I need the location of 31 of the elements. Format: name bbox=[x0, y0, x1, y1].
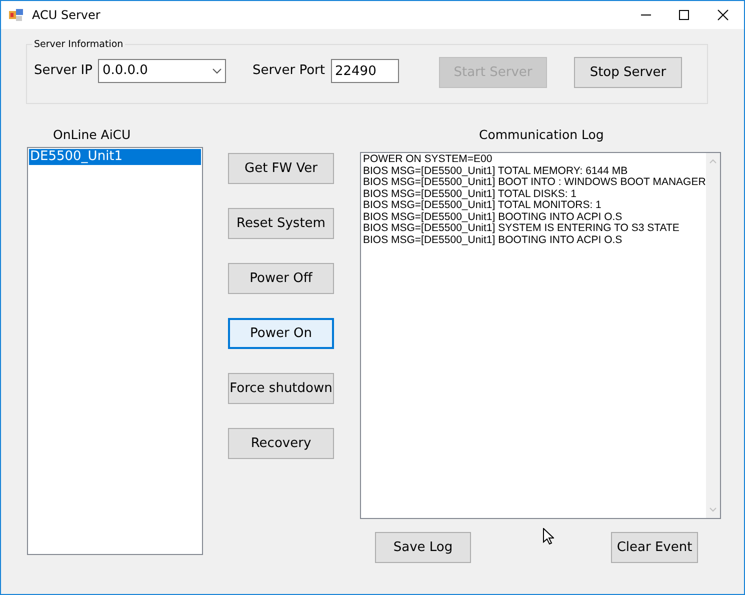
app-icon bbox=[9, 8, 23, 22]
cursor-icon bbox=[543, 528, 554, 545]
ip-dropdown[interactable]: 0.0.0.0 bbox=[98, 59, 226, 83]
log-line: POWER ON SYSTEM=E00 bbox=[363, 154, 492, 166]
list-title: OnLine AiCU bbox=[53, 126, 131, 144]
log-line: BIOS MSG=[DE5500_Unit1] SYSTEM IS ENTERING TO S3 STATE bbox=[363, 223, 680, 234]
action-button[interactable]: Power On bbox=[228, 318, 334, 349]
action-button[interactable]: Get FW Ver bbox=[228, 153, 334, 184]
chevron-icon bbox=[212, 68, 222, 74]
log-line: BIOS MSG=[DE5500_Unit1] TOTAL MONITORS: 1 bbox=[363, 200, 602, 212]
list-item[interactable]: DE5500_Unit1 bbox=[29, 149, 201, 165]
log-line: BIOS MSG=[DE5500_Unit1] TOTAL DISKS: 1 bbox=[363, 188, 576, 200]
action-button[interactable]: Reset System bbox=[228, 208, 334, 239]
field-label: Server IP bbox=[34, 62, 92, 80]
communication-log[interactable] bbox=[360, 152, 721, 519]
field-label: Server Port bbox=[252, 62, 325, 80]
action-button[interactable]: Power Off bbox=[228, 263, 334, 294]
action-button[interactable]: Recovery bbox=[228, 428, 334, 459]
log-line: BIOS MSG=[DE5500_Unit1] BOOT INTO : WINDOWS BOOT MANAGER bbox=[363, 177, 706, 188]
maximize-icon[interactable] bbox=[678, 9, 690, 21]
port-field[interactable]: 22490 bbox=[330, 59, 399, 83]
clear-event-button[interactable]: Clear Event bbox=[611, 532, 698, 563]
action-button[interactable]: Force shutdown bbox=[228, 373, 334, 404]
log-line: BIOS MSG=[DE5500_Unit1] TOTAL MEMORY: 6144 MB bbox=[363, 166, 628, 176]
log-line: BIOS MSG=[DE5500_Unit1] BOOTING INTO ACPI O.S bbox=[363, 234, 622, 246]
window-title: ACU Server bbox=[32, 7, 100, 24]
server-button[interactable]: Stop Server bbox=[574, 57, 682, 88]
close-icon[interactable] bbox=[717, 9, 729, 21]
log-title: Communication Log bbox=[479, 126, 604, 144]
save-log-button[interactable]: Save Log bbox=[375, 532, 471, 563]
log-line: BIOS MSG=[DE5500_Unit1] BOOTING INTO ACPI O.S bbox=[363, 212, 622, 222]
